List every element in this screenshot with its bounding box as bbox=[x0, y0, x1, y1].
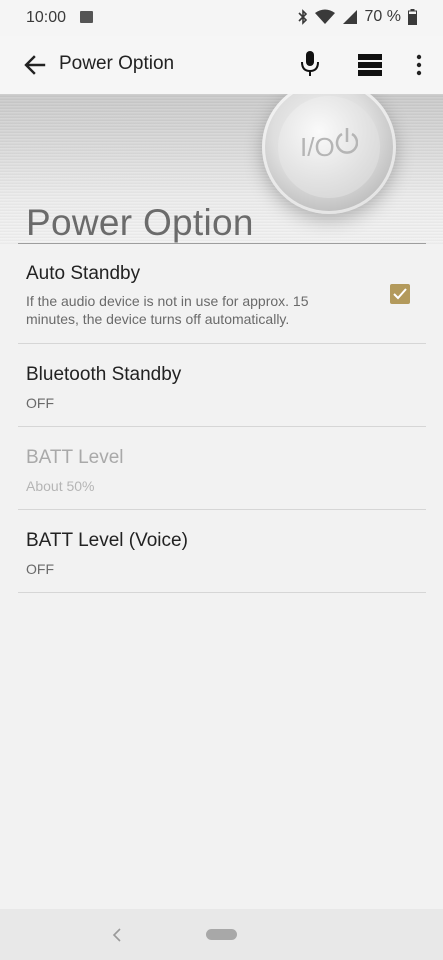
auto-standby-description: If the audio device is not in use for ap… bbox=[26, 293, 309, 327]
navigation-bar bbox=[0, 909, 443, 960]
bluetooth-standby-item[interactable]: Bluetooth Standby OFF bbox=[18, 344, 426, 427]
microphone-icon[interactable] bbox=[299, 50, 321, 78]
auto-standby-item[interactable]: Auto Standby If the audio device is not … bbox=[18, 244, 426, 344]
page-title: Power Option bbox=[26, 202, 254, 243]
signal-icon bbox=[342, 10, 357, 24]
settings-list: Auto Standby If the audio device is not … bbox=[18, 244, 426, 593]
app-bar: Power Option bbox=[0, 36, 443, 94]
back-arrow-icon[interactable] bbox=[22, 52, 48, 78]
check-icon bbox=[393, 288, 407, 300]
power-icon: I/O bbox=[300, 128, 358, 162]
bluetooth-standby-title: Bluetooth Standby bbox=[26, 364, 182, 385]
auto-standby-checkbox[interactable] bbox=[390, 284, 410, 304]
bluetooth-icon bbox=[297, 9, 307, 25]
bluetooth-standby-value: OFF bbox=[26, 395, 54, 411]
status-time: 10:00 bbox=[26, 9, 67, 26]
batt-level-voice-title: BATT Level (Voice) bbox=[26, 530, 188, 551]
batt-level-voice-item[interactable]: BATT Level (Voice) OFF bbox=[18, 510, 426, 593]
status-bar: 10:00 70 % bbox=[0, 0, 443, 36]
wifi-icon bbox=[314, 9, 335, 24]
power-button-graphic: I/O bbox=[262, 94, 396, 214]
more-vert-icon[interactable] bbox=[412, 52, 426, 78]
auto-standby-title: Auto Standby bbox=[26, 263, 141, 284]
app-bar-title: Power Option bbox=[59, 53, 175, 74]
batt-level-voice-value: OFF bbox=[26, 561, 54, 577]
image-icon bbox=[80, 11, 93, 23]
status-icons: 70 % bbox=[297, 8, 417, 26]
panel-icon[interactable] bbox=[358, 54, 382, 76]
header-image: I/O Power Option bbox=[0, 94, 443, 244]
batt-level-title: BATT Level bbox=[26, 447, 124, 468]
graphic-text: I/O bbox=[300, 132, 335, 162]
nav-home-pill[interactable] bbox=[206, 929, 237, 940]
battery-icon bbox=[408, 9, 417, 25]
battery-percent: 70 % bbox=[364, 8, 401, 25]
nav-back-icon[interactable] bbox=[110, 927, 124, 943]
batt-level-item: BATT Level About 50% bbox=[18, 427, 426, 510]
batt-level-value: About 50% bbox=[26, 478, 95, 494]
